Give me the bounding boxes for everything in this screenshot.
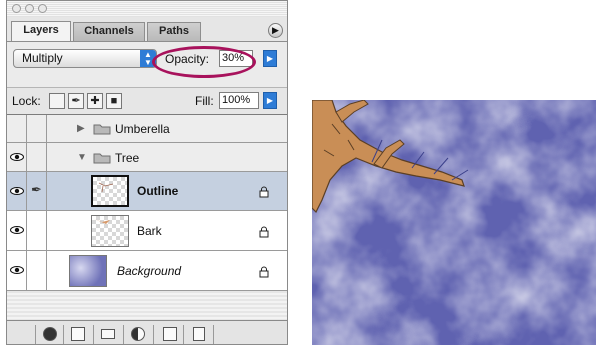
layer-name: Bark bbox=[137, 224, 162, 238]
expanded-triangle-icon[interactable]: ▼ bbox=[77, 152, 87, 163]
lock-row: Lock: ✒ ✚ ■ Fill: 100% ▶ bbox=[7, 87, 287, 115]
outline-sketch-thumbnail bbox=[98, 182, 114, 193]
link-toggle[interactable]: ✒ bbox=[27, 172, 47, 210]
folder-icon bbox=[93, 153, 111, 164]
visibility-toggle[interactable] bbox=[7, 115, 27, 142]
visibility-toggle[interactable] bbox=[7, 211, 27, 250]
eye-icon bbox=[10, 266, 24, 274]
brush-active-icon: ✒ bbox=[31, 182, 42, 197]
layer-row-background[interactable]: Background bbox=[7, 251, 287, 291]
fill-slider-button[interactable]: ▶ bbox=[263, 92, 277, 109]
layer-row-bark[interactable]: Bark bbox=[7, 211, 287, 251]
layers-list: ▶ Umberella ▼ Tree ✒ Outline Bark Backgr… bbox=[7, 114, 287, 320]
palette-bottom-bar bbox=[7, 320, 287, 344]
eye-icon bbox=[10, 153, 24, 161]
fill-field[interactable]: 100% bbox=[219, 92, 259, 109]
folder-icon bbox=[93, 124, 111, 135]
new-group-folder-icon[interactable] bbox=[101, 329, 115, 339]
lock-transparency-icon[interactable] bbox=[49, 93, 65, 109]
layer-name: Tree bbox=[115, 151, 140, 165]
layer-row-umberella[interactable]: ▶ Umberella bbox=[7, 115, 287, 143]
bark-thumbnail bbox=[94, 219, 110, 224]
eye-icon bbox=[10, 187, 24, 195]
new-layer-icon[interactable] bbox=[163, 327, 177, 341]
lock-label: Lock: bbox=[12, 94, 41, 108]
visibility-toggle[interactable] bbox=[7, 143, 27, 171]
clouds-with-tree-image bbox=[312, 100, 596, 345]
link-toggle[interactable] bbox=[27, 115, 47, 142]
layer-row-outline[interactable]: ✒ Outline bbox=[7, 172, 287, 211]
adjustment-layer-icon[interactable] bbox=[131, 327, 145, 341]
tab-layers[interactable]: Layers bbox=[11, 21, 71, 41]
link-toggle[interactable] bbox=[27, 211, 47, 250]
opacity-highlight-oval bbox=[152, 46, 256, 78]
visibility-toggle[interactable] bbox=[7, 251, 27, 290]
padlock-icon bbox=[259, 226, 269, 238]
layer-thumbnail bbox=[91, 215, 129, 247]
layer-style-icon[interactable] bbox=[43, 327, 57, 341]
palette-menu-button[interactable]: ▶ bbox=[268, 23, 283, 38]
add-mask-icon[interactable] bbox=[71, 327, 85, 341]
zoom-window-button[interactable] bbox=[38, 4, 47, 13]
layer-name: Outline bbox=[137, 184, 179, 198]
layer-row-tree[interactable]: ▼ Tree bbox=[7, 143, 287, 172]
canvas-preview-image bbox=[312, 100, 596, 345]
blend-mode-select[interactable]: Multiply ▲ ▼ bbox=[13, 49, 157, 68]
palette-tabs: Layers Channels Paths ▶ bbox=[7, 17, 287, 41]
lock-all-padlock-icon[interactable]: ■ bbox=[106, 93, 122, 109]
close-window-button[interactable] bbox=[12, 4, 21, 13]
palette-titlebar bbox=[7, 1, 287, 17]
blend-mode-value: Multiply bbox=[22, 51, 63, 65]
lock-image-brush-icon[interactable]: ✒ bbox=[68, 93, 84, 109]
link-toggle[interactable] bbox=[27, 251, 47, 290]
minimize-window-button[interactable] bbox=[25, 4, 34, 13]
padlock-icon bbox=[259, 266, 269, 278]
link-toggle[interactable] bbox=[27, 143, 47, 171]
visibility-toggle[interactable] bbox=[7, 172, 27, 210]
tab-paths[interactable]: Paths bbox=[147, 22, 201, 41]
layer-name: Umberella bbox=[115, 122, 170, 136]
lock-position-move-icon[interactable]: ✚ bbox=[87, 93, 103, 109]
trash-icon[interactable] bbox=[193, 327, 205, 341]
padlock-icon bbox=[259, 186, 269, 198]
eye-icon bbox=[10, 226, 24, 234]
layer-thumbnail bbox=[69, 255, 107, 287]
collapsed-triangle-icon[interactable]: ▶ bbox=[77, 123, 85, 134]
fill-label: Fill: bbox=[195, 94, 214, 108]
tab-channels[interactable]: Channels bbox=[73, 22, 145, 41]
opacity-slider-button[interactable]: ▶ bbox=[263, 50, 277, 67]
layer-thumbnail bbox=[91, 175, 129, 207]
layer-name: Background bbox=[117, 264, 182, 278]
